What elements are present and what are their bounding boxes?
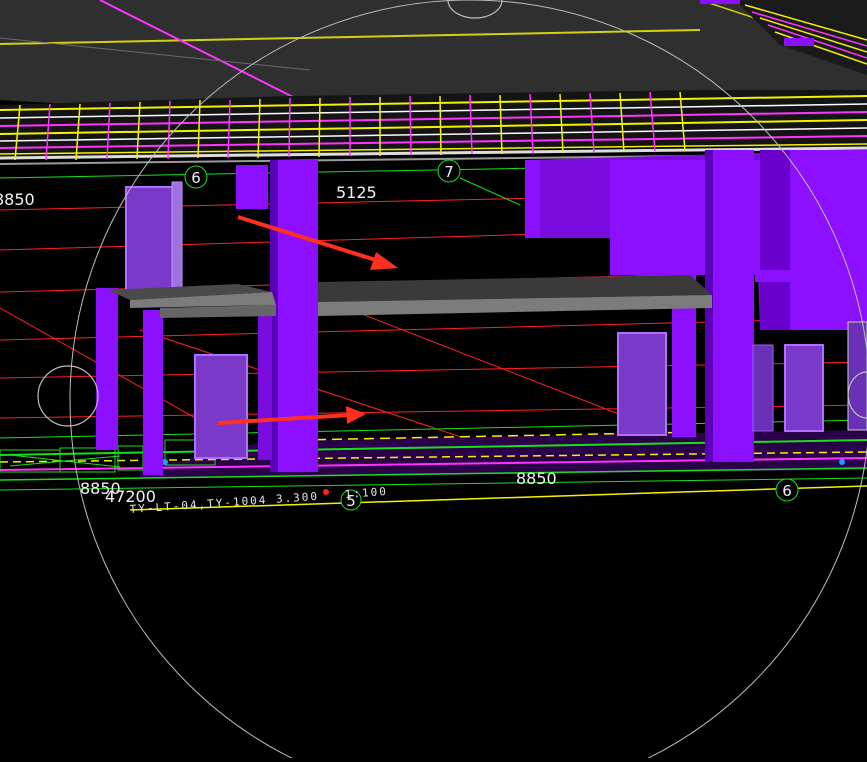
axis-marker-bottom-b[interactable]: 6 — [775, 478, 799, 502]
dimension-text[interactable]: 8850 — [0, 190, 35, 209]
axis-label: 7 — [444, 163, 454, 181]
model-view-canvas[interactable]: 6 7 5 6 8850 5125 8850 47200 8850 TY-LT-… — [0, 0, 867, 762]
cad-3d-viewport[interactable]: 6 7 5 6 8850 5125 8850 47200 8850 TY-LT-… — [0, 0, 867, 762]
dimension-text[interactable]: 5125 — [336, 183, 377, 202]
mezzanine-slab — [108, 275, 712, 318]
dimension-text[interactable]: 8850 — [516, 469, 557, 488]
axis-marker-top-a[interactable]: 6 — [184, 165, 208, 189]
axis-label: 6 — [191, 169, 201, 187]
drawing-plate-label: TY-LT-04,TY-1004 3.300 1:100 — [129, 485, 388, 516]
axis-marker-top-b[interactable]: 7 — [437, 159, 461, 183]
axis-label: 6 — [782, 482, 792, 500]
